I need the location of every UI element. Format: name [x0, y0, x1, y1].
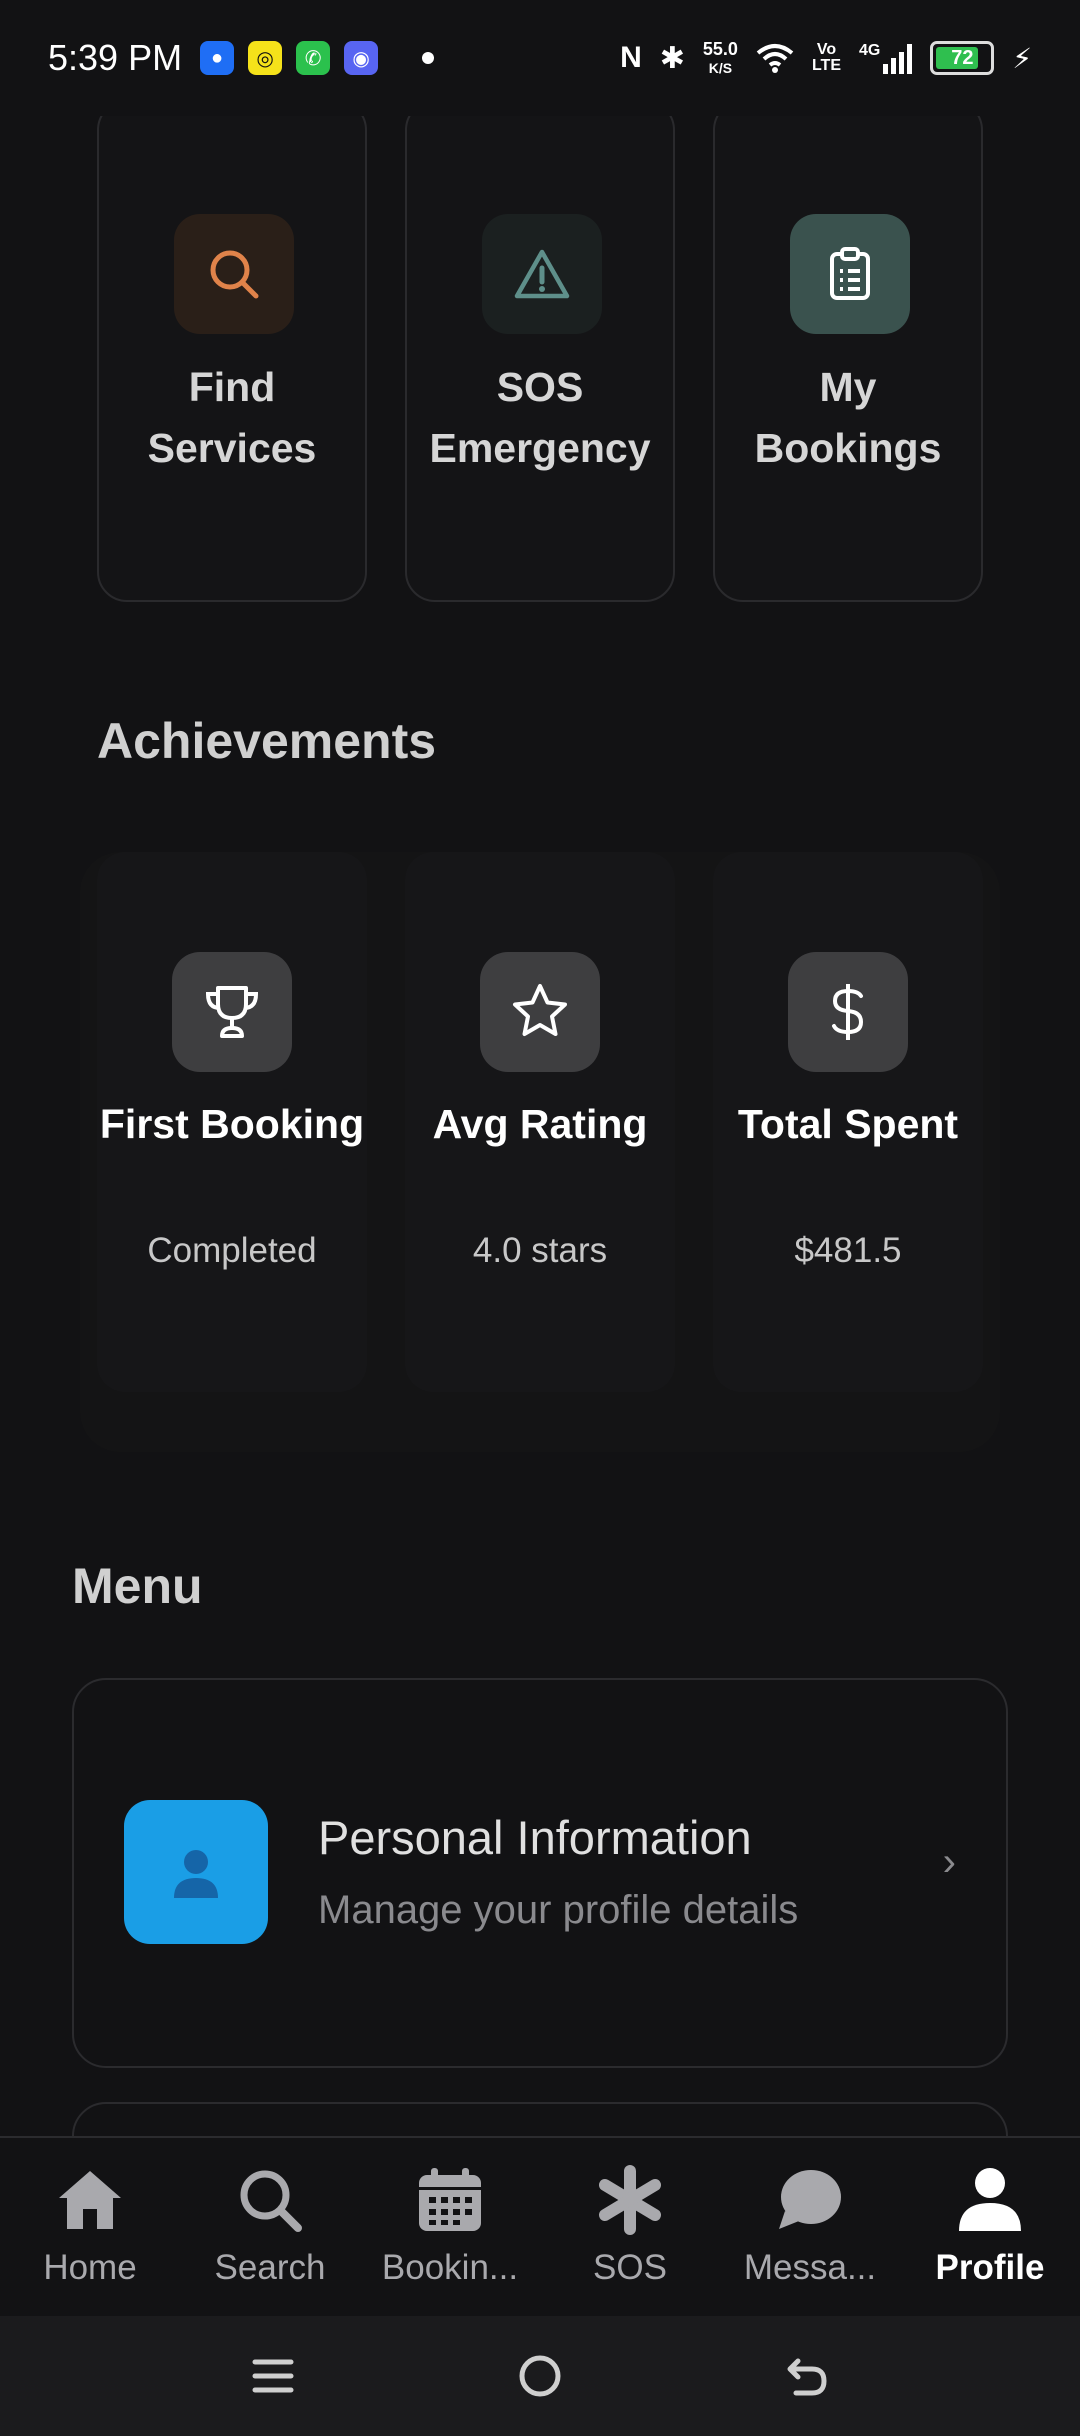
asterisk-icon — [594, 2164, 666, 2236]
achievement-first-booking: First Booking Completed — [97, 852, 367, 1392]
tab-messages[interactable]: Messa... — [720, 2138, 900, 2316]
warning-icon — [482, 214, 602, 334]
achievement-value: $481.5 — [794, 1231, 902, 1270]
search-icon — [174, 214, 294, 334]
quick-action-label: Find Services — [147, 364, 317, 471]
quick-action-label: My Bookings — [754, 364, 942, 471]
status-right: N ✱ 55.0 K/S Vo LTE 4G 72 ⚡ — [620, 40, 1032, 77]
discord-notification-icon: ◉ — [344, 41, 379, 75]
achievement-value: 4.0 stars — [472, 1231, 608, 1270]
messenger-notification-icon: ● — [200, 41, 235, 75]
quick-action-my-bookings[interactable]: My Bookings — [713, 100, 983, 602]
recent-apps-button[interactable] — [243, 2346, 303, 2406]
signal-icon: 4G — [859, 42, 913, 74]
achievement-value: Completed — [147, 1231, 317, 1270]
menu-item-title: Personal Information — [318, 1811, 752, 1864]
profile-screen: 5:39 PM ● ◎ ✆ ◉ N ✱ 55.0 K/S Vo LTE 4G 7… — [0, 0, 1080, 2436]
status-bar: 5:39 PM ● ◎ ✆ ◉ N ✱ 55.0 K/S Vo LTE 4G 7… — [0, 0, 1080, 116]
wifi-icon — [756, 44, 794, 73]
calendar-icon — [414, 2164, 486, 2236]
whatsapp-notification-icon: ✆ — [296, 41, 331, 75]
tab-label: Bookin... — [381, 2248, 519, 2287]
achievement-avg-rating: Avg Rating 4.0 stars — [405, 852, 675, 1392]
chevron-right-icon: › — [942, 1840, 956, 1884]
home-icon — [54, 2164, 126, 2236]
snapchat-notification-icon: ◎ — [248, 41, 283, 75]
battery-icon: 72 — [930, 41, 995, 75]
achievement-title: First Booking — [99, 1101, 365, 1147]
search-icon — [234, 2164, 306, 2236]
tab-profile[interactable]: Profile — [900, 2138, 1080, 2316]
person-icon — [954, 2164, 1026, 2236]
tab-label: Search — [214, 2248, 326, 2287]
achievement-title: Avg Rating — [432, 1101, 648, 1147]
back-button[interactable] — [777, 2346, 837, 2406]
quick-action-find-services[interactable]: Find Services — [97, 100, 367, 602]
dollar-icon — [788, 952, 908, 1072]
charging-icon: ⚡ — [1012, 42, 1032, 74]
status-time: 5:39 PM — [48, 37, 183, 78]
system-navigation-bar — [0, 2316, 1080, 2436]
menu-title: Menu — [72, 1558, 203, 1614]
trophy-icon — [172, 952, 292, 1072]
tab-bookings[interactable]: Bookin... — [360, 2138, 540, 2316]
star-icon — [480, 952, 600, 1072]
menu-item-personal-information[interactable]: Personal Information Manage your profile… — [72, 1678, 1008, 2068]
network-speed: 55.0 K/S — [702, 38, 738, 76]
tab-label: Messa... — [743, 2248, 877, 2287]
achievement-total-spent: Total Spent $481.5 — [713, 852, 983, 1392]
tab-label: Home — [43, 2248, 137, 2287]
home-button[interactable] — [510, 2346, 570, 2406]
person-icon — [124, 1800, 268, 1944]
more-notifications-dot — [422, 52, 435, 64]
tab-sos[interactable]: SOS — [540, 2138, 720, 2316]
bluetooth-icon: ✱ — [659, 41, 685, 75]
tab-home[interactable]: Home — [0, 2138, 180, 2316]
quick-action-label: SOS Emergency — [429, 364, 651, 471]
chat-icon — [774, 2164, 846, 2236]
bottom-tab-bar: Home Search Bookin... SOS Messa... Profi… — [0, 2136, 1080, 2316]
achievements-title: Achievements — [97, 713, 437, 769]
tab-label: Profile — [935, 2248, 1045, 2287]
clipboard-icon — [790, 214, 910, 334]
quick-action-sos-emergency[interactable]: SOS Emergency — [405, 100, 675, 602]
tab-label: SOS — [593, 2248, 667, 2287]
volte-indicator: Vo LTE — [811, 41, 841, 74]
nfc-icon: N — [620, 41, 642, 74]
achievement-title: Total Spent — [737, 1101, 959, 1147]
menu-item-subtitle: Manage your profile details — [318, 1888, 799, 1932]
tab-search[interactable]: Search — [180, 2138, 360, 2316]
